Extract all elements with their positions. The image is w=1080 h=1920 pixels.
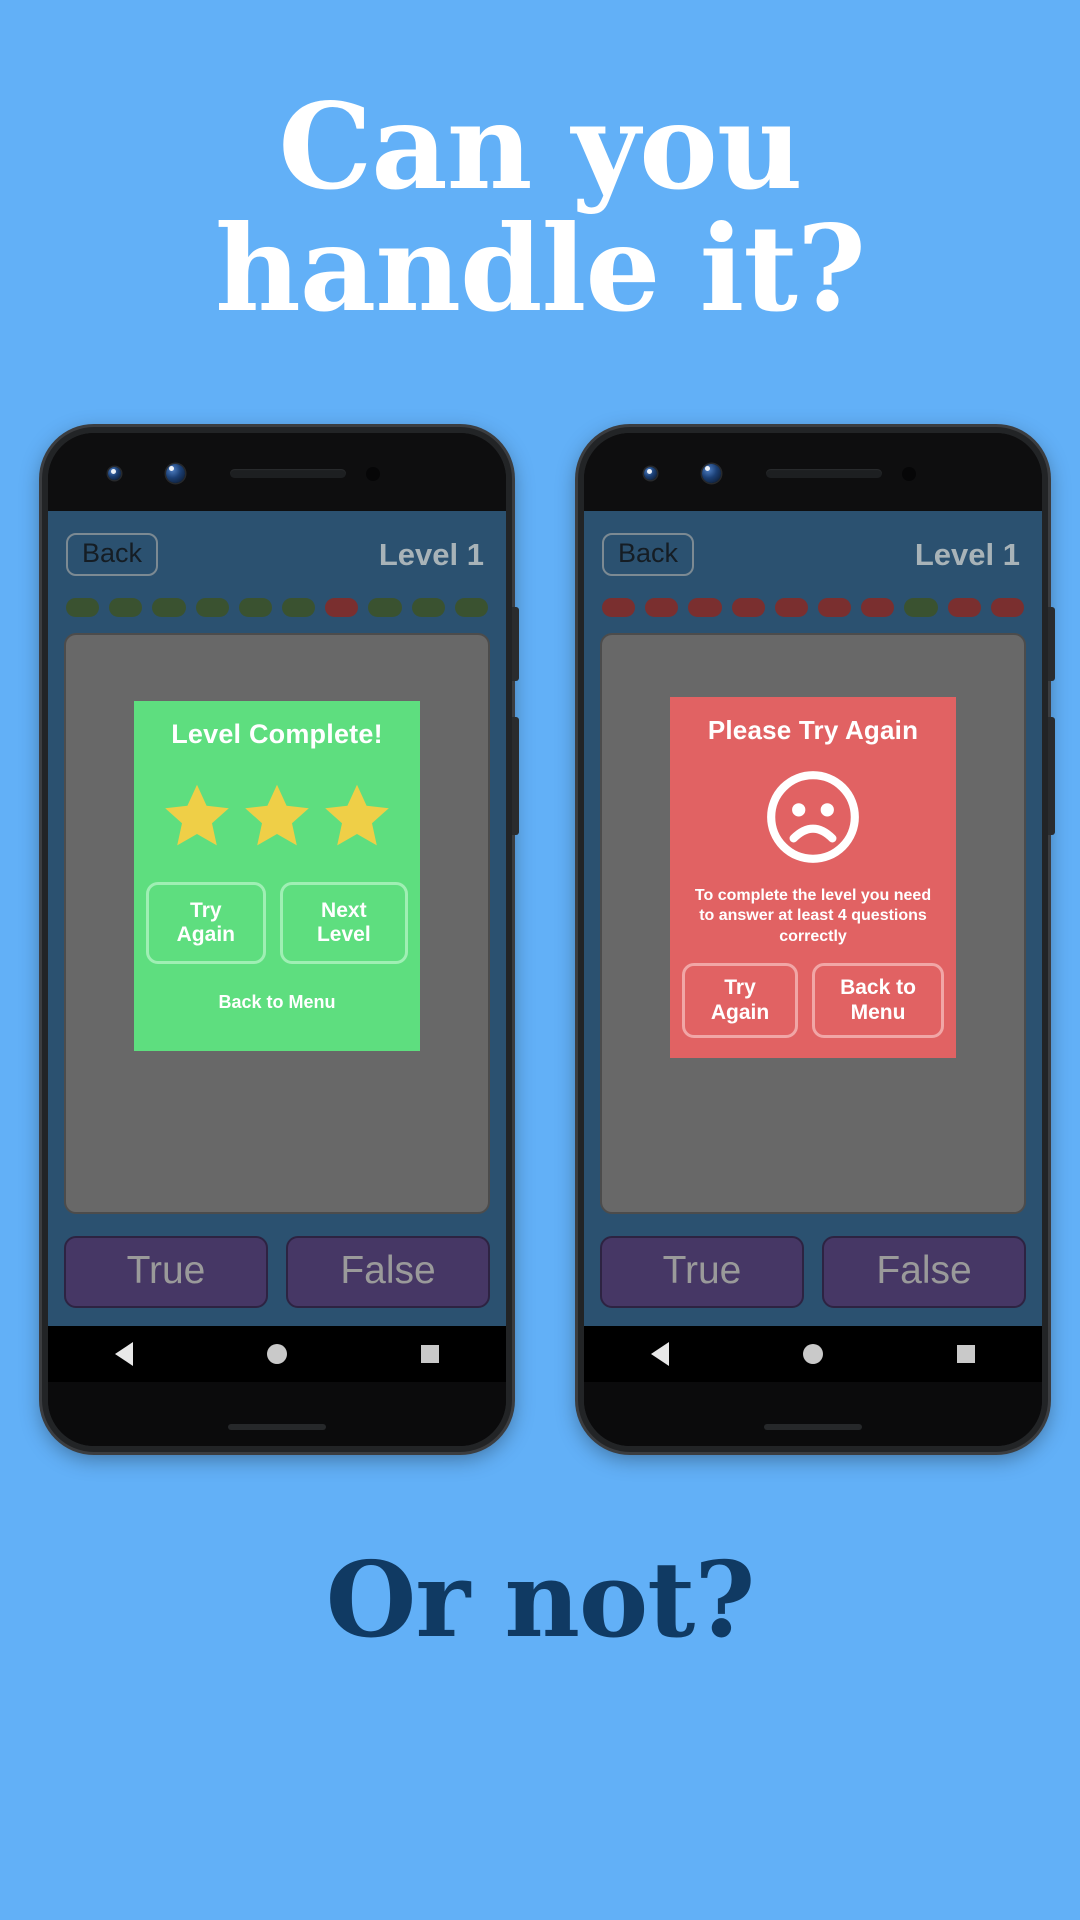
nav-home-icon[interactable]	[803, 1344, 823, 1364]
level-label: Level 1	[378, 536, 484, 572]
true-button[interactable]: True	[600, 1236, 804, 1308]
earpiece-speaker	[766, 469, 882, 478]
power-button[interactable]	[512, 607, 519, 681]
phone-bottom-bezel	[48, 1382, 506, 1446]
nav-back-icon[interactable]	[115, 1342, 133, 1366]
back-button[interactable]: Back	[602, 533, 695, 576]
volume-button[interactable]	[512, 717, 519, 835]
back-button[interactable]: Back	[66, 533, 159, 576]
nav-back-icon[interactable]	[651, 1342, 669, 1366]
phone-chin-bar	[228, 1424, 326, 1430]
level-complete-title: Level Complete!	[171, 719, 383, 749]
progress-pill	[152, 598, 186, 617]
android-navbar	[48, 1326, 506, 1382]
right-phone: Back Level 1 Please Try Again To complet…	[578, 427, 1055, 1452]
star-icon	[165, 784, 229, 846]
false-button[interactable]: False	[822, 1236, 1026, 1308]
front-camera-icon	[644, 467, 657, 480]
nav-recents-icon[interactable]	[957, 1345, 975, 1363]
progress-pill	[645, 598, 679, 617]
try-again-card: Please Try Again To complete the level y…	[670, 697, 956, 1058]
progress-pill	[602, 598, 636, 617]
try-again-actions: Try Again Back to Menu	[682, 963, 944, 1038]
headline-line-2: handle it?	[214, 198, 866, 338]
nav-recents-icon[interactable]	[421, 1345, 439, 1363]
front-camera-secondary-icon	[166, 464, 185, 483]
app-topbar: Back Level 1	[62, 511, 492, 576]
try-again-button[interactable]: Try Again	[146, 882, 266, 965]
answer-buttons-left: True False	[62, 1214, 492, 1326]
progress-pill	[774, 598, 809, 617]
phone-bottom-bezel	[584, 1382, 1042, 1446]
phone-top-bezel	[48, 433, 506, 511]
android-navbar	[584, 1326, 1042, 1382]
progress-pill	[411, 598, 445, 617]
progress-pill	[688, 598, 722, 617]
phone-chin-bar	[764, 1424, 862, 1430]
app-screen: Back Level 1 Please Try Again To complet…	[584, 511, 1042, 1326]
level-complete-actions: Try Again Next Level	[146, 882, 408, 965]
progress-pill	[325, 598, 359, 617]
earpiece-speaker	[230, 469, 346, 478]
try-again-button[interactable]: Try Again	[682, 963, 798, 1038]
proximity-sensor-icon	[902, 467, 916, 481]
progress-pill	[195, 598, 229, 617]
sad-face-icon	[767, 771, 859, 863]
question-panel: Please Try Again To complete the level y…	[600, 633, 1026, 1214]
progress-pill	[66, 598, 100, 617]
answer-buttons-right: True False	[598, 1214, 1028, 1326]
true-button[interactable]: True	[64, 1236, 268, 1308]
progress-pill	[109, 598, 143, 617]
progress-pill	[947, 598, 981, 617]
app-screen: Back Level 1 Level Complete! Try Again N…	[48, 511, 506, 1326]
progress-pill	[368, 598, 402, 617]
back-to-menu-link[interactable]: Back to Menu	[146, 992, 408, 1013]
progress-pill	[238, 598, 273, 617]
star-icon	[325, 784, 389, 846]
app-topbar: Back Level 1	[598, 511, 1028, 576]
progress-pill	[861, 598, 895, 617]
proximity-sensor-icon	[366, 467, 380, 481]
progress-pill	[818, 598, 852, 617]
next-level-button[interactable]: Next Level	[279, 882, 408, 965]
progress-pill	[990, 598, 1025, 617]
level-label: Level 1	[914, 536, 1020, 572]
page-headline: Can you handle it?	[0, 86, 1080, 329]
left-phone: Back Level 1 Level Complete! Try Again N…	[42, 427, 519, 1452]
star-rating	[146, 780, 408, 852]
try-again-description: To complete the level you need to answer…	[694, 887, 932, 945]
sad-face-wrap	[682, 766, 944, 868]
progress-pills-left	[62, 576, 492, 617]
question-panel: Level Complete! Try Again Next Level Bac…	[64, 633, 490, 1214]
volume-button[interactable]	[1048, 717, 1055, 835]
level-complete-card: Level Complete! Try Again Next Level Bac…	[134, 701, 420, 1051]
back-to-menu-button[interactable]: Back to Menu	[812, 963, 944, 1038]
headline-line-1: Can you	[278, 77, 802, 216]
false-button[interactable]: False	[286, 1236, 490, 1308]
progress-pill	[904, 598, 938, 617]
front-camera-secondary-icon	[702, 464, 721, 483]
progress-pills-right	[598, 576, 1028, 617]
phone-top-bezel	[584, 433, 1042, 511]
star-icon	[245, 784, 309, 846]
front-camera-icon	[108, 467, 121, 480]
progress-pill	[282, 598, 316, 617]
try-again-title: Please Try Again	[707, 715, 919, 745]
page-footline: Or not?	[325, 1538, 756, 1661]
progress-pill	[454, 598, 489, 617]
progress-pill	[731, 598, 765, 617]
power-button[interactable]	[1048, 607, 1055, 681]
nav-home-icon[interactable]	[267, 1344, 287, 1364]
